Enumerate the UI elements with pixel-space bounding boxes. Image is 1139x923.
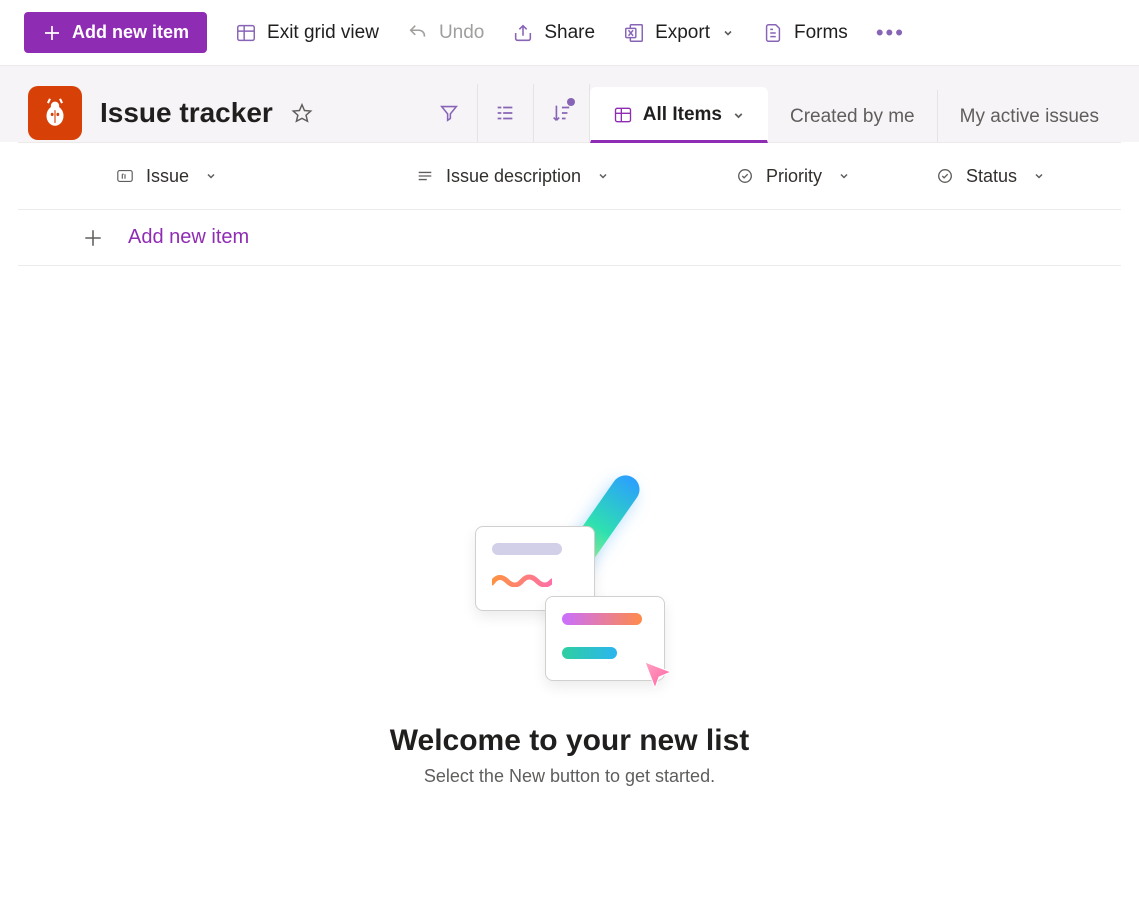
column-header-row: Issue Issue description Priority Status xyxy=(18,142,1121,210)
plus-icon xyxy=(82,227,104,249)
share-icon xyxy=(512,22,534,44)
add-new-item-row[interactable]: Add new item xyxy=(18,210,1121,266)
forms-label: Forms xyxy=(794,22,848,44)
list-header: Issue tracker All Items xyxy=(0,66,1139,142)
undo-icon xyxy=(407,22,429,44)
forms-button[interactable]: Forms xyxy=(762,22,848,44)
column-header-issue[interactable]: Issue xyxy=(36,166,416,187)
form-icon xyxy=(762,22,784,44)
column-header-issue-description[interactable]: Issue description xyxy=(416,166,736,187)
export-label: Export xyxy=(655,22,710,44)
plus-icon xyxy=(42,23,62,43)
multiline-column-icon xyxy=(416,167,434,185)
view-tab-my-active-issues[interactable]: My active issues xyxy=(938,90,1121,142)
view-tab-all-items[interactable]: All Items xyxy=(590,87,768,143)
exit-grid-view-label: Exit grid view xyxy=(267,22,379,44)
column-label: Issue xyxy=(146,166,189,187)
excel-icon xyxy=(623,22,645,44)
group-icon xyxy=(494,102,516,124)
choice-column-icon xyxy=(736,167,754,185)
share-button[interactable]: Share xyxy=(512,22,595,44)
column-label: Issue description xyxy=(446,166,581,187)
grid-icon xyxy=(235,22,257,44)
list-app-icon xyxy=(28,86,82,140)
view-tab-label: Created by me xyxy=(790,106,915,128)
filter-button[interactable] xyxy=(422,84,478,142)
command-bar: Add new item Exit grid view Undo Share E… xyxy=(0,0,1139,66)
grid-icon xyxy=(613,105,633,125)
add-new-item-label: Add new item xyxy=(72,22,189,43)
text-column-icon xyxy=(116,167,134,185)
list-title: Issue tracker xyxy=(100,97,273,129)
chevron-down-icon xyxy=(722,27,734,39)
sort-button[interactable] xyxy=(534,84,590,142)
column-header-status[interactable]: Status xyxy=(936,166,1103,187)
filter-icon xyxy=(438,102,460,124)
view-controls: All Items Created by me My active issues xyxy=(422,84,1121,142)
export-button[interactable]: Export xyxy=(623,22,734,44)
empty-state-title: Welcome to your new list xyxy=(390,724,750,758)
chevron-down-icon xyxy=(205,170,217,182)
empty-state-illustration xyxy=(465,486,675,696)
view-tab-created-by-me[interactable]: Created by me xyxy=(768,90,938,142)
view-tab-label: My active issues xyxy=(960,106,1099,128)
favorite-star-icon[interactable] xyxy=(291,102,313,124)
chevron-down-icon xyxy=(597,170,609,182)
chevron-down-icon xyxy=(838,170,850,182)
empty-state: Welcome to your new list Select the New … xyxy=(0,266,1139,787)
add-new-item-row-label: Add new item xyxy=(128,226,249,249)
more-actions-button[interactable]: ••• xyxy=(876,20,905,46)
chevron-down-icon xyxy=(1033,170,1045,182)
view-tab-label: All Items xyxy=(643,104,722,126)
column-label: Priority xyxy=(766,166,822,187)
chevron-down-icon xyxy=(732,109,745,122)
column-header-priority[interactable]: Priority xyxy=(736,166,936,187)
exit-grid-view-button[interactable]: Exit grid view xyxy=(235,22,379,44)
share-label: Share xyxy=(544,22,595,44)
undo-label: Undo xyxy=(439,22,484,44)
undo-button: Undo xyxy=(407,22,484,44)
empty-state-subtitle: Select the New button to get started. xyxy=(424,766,715,787)
add-new-item-button[interactable]: Add new item xyxy=(24,12,207,53)
sort-indicator-dot xyxy=(567,98,575,106)
choice-column-icon xyxy=(936,167,954,185)
column-label: Status xyxy=(966,166,1017,187)
group-button[interactable] xyxy=(478,84,534,142)
